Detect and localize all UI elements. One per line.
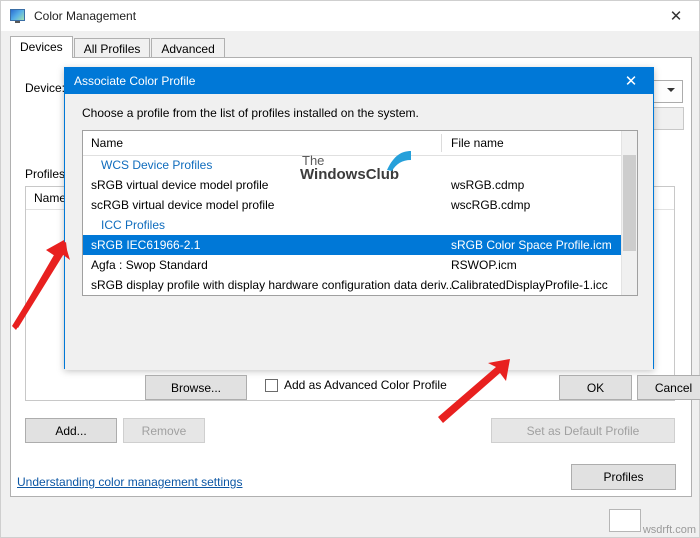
monitor-icon xyxy=(10,8,26,24)
device-label: Device: xyxy=(25,81,66,95)
chevron-down-icon xyxy=(667,88,675,92)
profile-list-box[interactable]: Name File name WCS Device Profiles sRGB … xyxy=(82,130,638,296)
tab-devices[interactable]: Devices xyxy=(10,36,73,58)
set-default-profile-button: Set as Default Profile xyxy=(491,418,675,443)
profile-name: sRGB IEC61966-2.1 xyxy=(91,238,201,252)
profile-file: wsRGB.cdmp xyxy=(451,178,525,192)
profile-file: wscRGB.cdmp xyxy=(451,198,531,212)
browse-button[interactable]: Browse... xyxy=(145,375,247,400)
column-header-name: Name xyxy=(91,136,124,150)
list-item[interactable]: Agfa : Swop Standard RSWOP.icm xyxy=(83,255,637,275)
ok-button[interactable]: OK xyxy=(559,375,632,400)
tab-advanced[interactable]: Advanced xyxy=(151,38,225,58)
window-title-bar: Color Management ✕ xyxy=(1,1,699,31)
list-item[interactable]: sRGB display profile with display hardwa… xyxy=(83,275,637,295)
window-title: Color Management xyxy=(34,9,137,23)
add-advanced-color-profile-checkbox[interactable]: Add as Advanced Color Profile xyxy=(265,378,447,392)
profile-name: scRGB virtual device model profile xyxy=(91,198,275,212)
list-item[interactable]: scRGB virtual device model profile wscRG… xyxy=(83,195,637,215)
scrollbar-thumb[interactable] xyxy=(623,155,636,251)
profiles-column-name: Name xyxy=(34,191,67,205)
associate-color-profile-dialog: Associate Color Profile ✕ Choose a profi… xyxy=(64,67,700,400)
profile-list-header: Name File name xyxy=(83,131,637,156)
list-group-wcs: WCS Device Profiles xyxy=(83,155,637,175)
profile-name: sRGB virtual device model profile xyxy=(91,178,269,192)
cancel-button[interactable]: Cancel xyxy=(637,375,700,400)
profile-file: CalibratedDisplayProfile-1.icc xyxy=(451,278,608,292)
list-item-selected[interactable]: sRGB IEC61966-2.1 sRGB Color Space Profi… xyxy=(83,235,637,255)
checkbox-label: Add as Advanced Color Profile xyxy=(284,378,447,392)
dialog-instruction: Choose a profile from the list of profil… xyxy=(82,106,419,120)
list-scrollbar[interactable] xyxy=(621,131,637,295)
corner-box xyxy=(609,509,641,532)
dialog-body: Choose a profile from the list of profil… xyxy=(65,94,653,370)
profile-file: RSWOP.icm xyxy=(451,258,517,272)
understanding-color-management-link[interactable]: Understanding color management settings xyxy=(17,475,242,489)
profile-name: sRGB display profile with display hardwa… xyxy=(91,278,456,292)
profiles-button[interactable]: Profiles xyxy=(571,464,676,490)
group-label: ICC Profiles xyxy=(101,218,166,232)
column-divider xyxy=(441,134,442,152)
group-label: WCS Device Profiles xyxy=(101,158,213,172)
profile-name: Agfa : Swop Standard xyxy=(91,258,208,272)
list-item[interactable]: sRGB virtual device model profile wsRGB.… xyxy=(83,175,637,195)
watermark-bottom: wsdrft.com xyxy=(642,524,696,536)
column-header-file-name: File name xyxy=(451,136,504,150)
profile-file: sRGB Color Space Profile.icm xyxy=(451,238,612,252)
dialog-close-button[interactable]: ✕ xyxy=(609,68,653,94)
checkbox-box[interactable] xyxy=(265,378,278,392)
remove-button: Remove xyxy=(123,418,205,443)
profiles-label: Profiles xyxy=(25,167,66,181)
add-button[interactable]: Add... xyxy=(25,418,117,443)
window-close-button[interactable]: ✕ xyxy=(653,1,699,31)
tab-strip: Devices All Profiles Advanced xyxy=(10,36,692,58)
dialog-title: Associate Color Profile xyxy=(74,74,196,88)
profile-list-rows: WCS Device Profiles sRGB virtual device … xyxy=(83,155,637,295)
tab-all-profiles[interactable]: All Profiles xyxy=(73,38,151,58)
dialog-title-bar: Associate Color Profile ✕ xyxy=(65,68,653,94)
list-group-icc: ICC Profiles xyxy=(83,215,637,235)
